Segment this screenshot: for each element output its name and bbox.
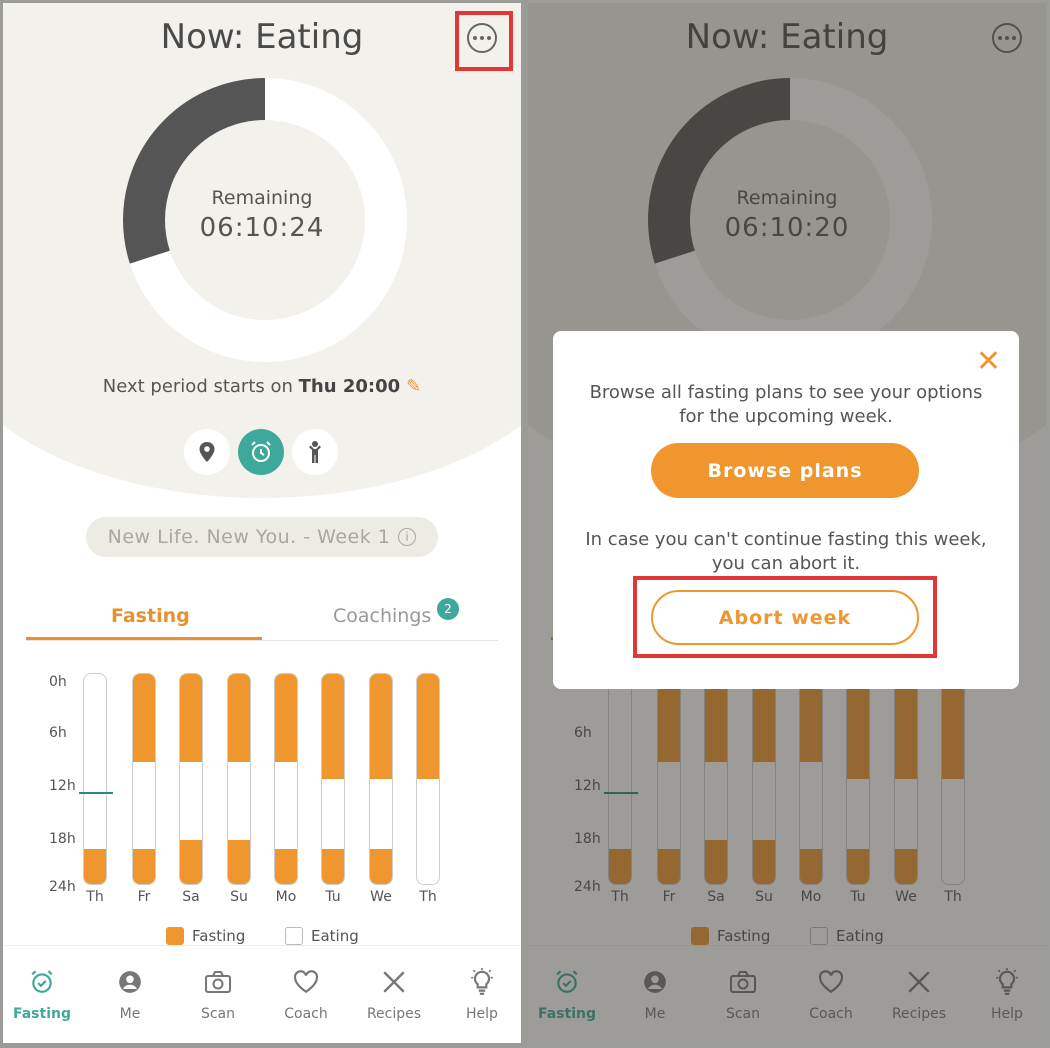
x-tick-label: Th [419,889,437,905]
y-tick-label: 24h [49,879,76,895]
day-bar[interactable] [83,673,107,885]
x-tick-label: We [370,889,392,905]
x-tick-label: Tu [325,889,341,905]
nav-label: Recipes [366,1006,422,1022]
fasting-segment [133,674,155,762]
nav-label: Help [466,1006,498,1022]
legend-eating: Eating [285,927,359,945]
browse-text: Browse all fasting plans to see your opt… [589,382,983,427]
y-tick-label: 6h [49,725,67,741]
fasting-segment [133,849,155,884]
legend-label-eating: Eating [311,927,359,945]
fasting-segment [417,674,439,779]
page-title: Now: Eating [160,17,364,57]
lightbulb-icon [438,964,521,1000]
legend-label-fasting: Fasting [192,927,246,945]
camera-icon [174,964,262,1000]
y-tick-label: 18h [49,831,76,847]
x-tick-label: Fr [137,889,151,905]
x-tick-label: Su [230,889,248,905]
nav-me[interactable]: Me [86,964,174,1022]
cutlery-icon [350,964,438,1000]
y-tick-label: 12h [49,778,76,794]
alarm-clock-icon[interactable] [238,429,284,475]
current-time-marker [79,792,113,795]
location-pin-icon[interactable] [184,429,230,475]
fasting-segment [228,840,250,884]
nav-label: Fasting [12,1006,71,1022]
browse-plans-button[interactable]: Browse plans [651,443,919,498]
highlight-box [633,576,937,658]
day-bar[interactable] [274,673,298,885]
next-period-label: Next period starts on [102,376,293,397]
plan-pill[interactable]: New Life. New You. - Week 1 i [86,517,438,557]
x-tick-label: Th [86,889,104,905]
fasting-segment [275,674,297,762]
fasting-segment [370,849,392,884]
x-tick-label: Mo [275,889,297,905]
fasting-segment [275,849,297,884]
day-bar[interactable] [321,673,345,885]
bottom-nav: Fasting Me Scan Coach Recipes Help [3,945,521,1043]
person-icon [86,964,174,1000]
nav-coach[interactable]: Coach [262,964,350,1022]
screen-left: Now: Eating Remaining 06:10:24 Next peri… [3,3,521,1043]
plan-name: New Life. New You. - Week 1 [107,526,391,548]
fasting-segment [322,849,344,884]
abort-text: In case you can't continue fasting this … [585,529,987,574]
screen-right: Now: Eating Remaining 06:10:20 0h6h12h18… [528,3,1046,1043]
day-bar[interactable] [132,673,156,885]
highlight-box [455,11,513,71]
fasting-segment [180,840,202,884]
legend-swatch-fasting [166,927,184,945]
fasting-segment [84,849,106,884]
nav-fasting[interactable]: Fasting [3,964,86,1022]
nav-label: Me [119,1006,141,1022]
remaining-label: Remaining [211,187,313,209]
nav-recipes[interactable]: Recipes [350,964,438,1022]
tab-active-indicator [26,637,262,640]
alarm-clock-icon [3,964,86,1000]
next-period-time: Thu 20:00 [298,376,401,397]
fasting-segment [228,674,250,762]
legend-fasting: Fasting [166,927,245,945]
nav-scan[interactable]: Scan [174,964,262,1022]
info-icon[interactable]: i [398,528,417,546]
day-bar[interactable] [369,673,393,885]
day-bar[interactable] [416,673,440,885]
fasting-segment [370,674,392,779]
x-tick-label: Sa [182,889,200,905]
fasting-segment [180,674,202,762]
y-tick-label: 0h [49,674,67,690]
nav-label: Scan [200,1006,236,1022]
close-icon[interactable]: ✕ [976,347,1001,377]
nav-label: Coach [284,1006,328,1022]
person-icon[interactable] [292,429,338,475]
coachings-badge: 2 [437,598,459,620]
day-bar[interactable] [179,673,203,885]
week-options-modal: ✕ Browse all fasting plans to see your o… [553,331,1019,689]
tab-coachings[interactable]: Coachings [333,605,431,627]
day-bar[interactable] [227,673,251,885]
mode-switcher [184,429,338,475]
tab-divider [26,640,498,641]
nav-help[interactable]: Help [438,964,521,1022]
tab-fasting[interactable]: Fasting [111,605,190,627]
fasting-segment [322,674,344,779]
next-period: Next period starts on Thu 20:00 ✎ [3,376,521,397]
edit-icon[interactable]: ✎ [406,376,421,397]
remaining-time: 06:10:24 [199,213,325,243]
heart-icon [262,964,350,1000]
legend-swatch-eating [285,927,303,945]
